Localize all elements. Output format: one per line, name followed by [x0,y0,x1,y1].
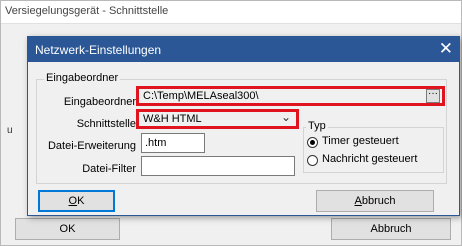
chevron-down-icon[interactable]: ⌄ [281,110,291,124]
ok-label-rest: K [77,195,85,207]
file-extension-label: Datei-Erweiterung [47,140,136,152]
group-title: Eingabeordner [44,72,121,84]
background-window-title: Versiegelungsgerät - Schnittstelle [5,5,169,17]
timer-radio[interactable] [307,137,318,148]
ok-accelerator: O [68,195,78,207]
file-filter-label: Datei-Filter [82,163,136,175]
message-radio[interactable] [307,155,318,166]
interface-select[interactable]: W&H HTML [140,112,275,127]
file-filter-field[interactable] [141,156,295,176]
type-groupbox [303,127,444,173]
file-extension-field[interactable]: .htm [141,133,205,153]
background-titlebar: Versiegelungsgerät - Schnittstelle [1,1,461,24]
browse-folder-button[interactable]: ··· [426,89,440,103]
input-folder-field[interactable]: C:\Temp\MELAseal300\ [140,89,425,104]
background-ok-button[interactable]: OK [15,218,120,240]
cancel-button[interactable]: Abbruch [316,190,434,212]
input-folder-label: Eingabeordner [63,96,136,108]
message-radio-label[interactable]: Nachricht gesteuert [322,153,417,165]
background-cancel-button[interactable]: Abbruch [331,218,451,240]
timer-radio-label[interactable]: Timer gesteuert [322,135,399,147]
background-text-fragment: u [7,125,13,136]
dialog-title: Netzwerk-Einstellungen [35,43,162,57]
type-title: Typ [306,120,328,132]
cancel-accelerator: A [354,195,362,207]
close-icon[interactable]: ✕ [439,39,453,59]
interface-label: Schnittstelle [76,118,136,130]
ok-button[interactable]: OK [38,190,115,212]
dialog-titlebar: Netzwerk-Einstellungen ✕ [28,37,459,62]
cancel-label-rest: bbruch [361,195,396,207]
